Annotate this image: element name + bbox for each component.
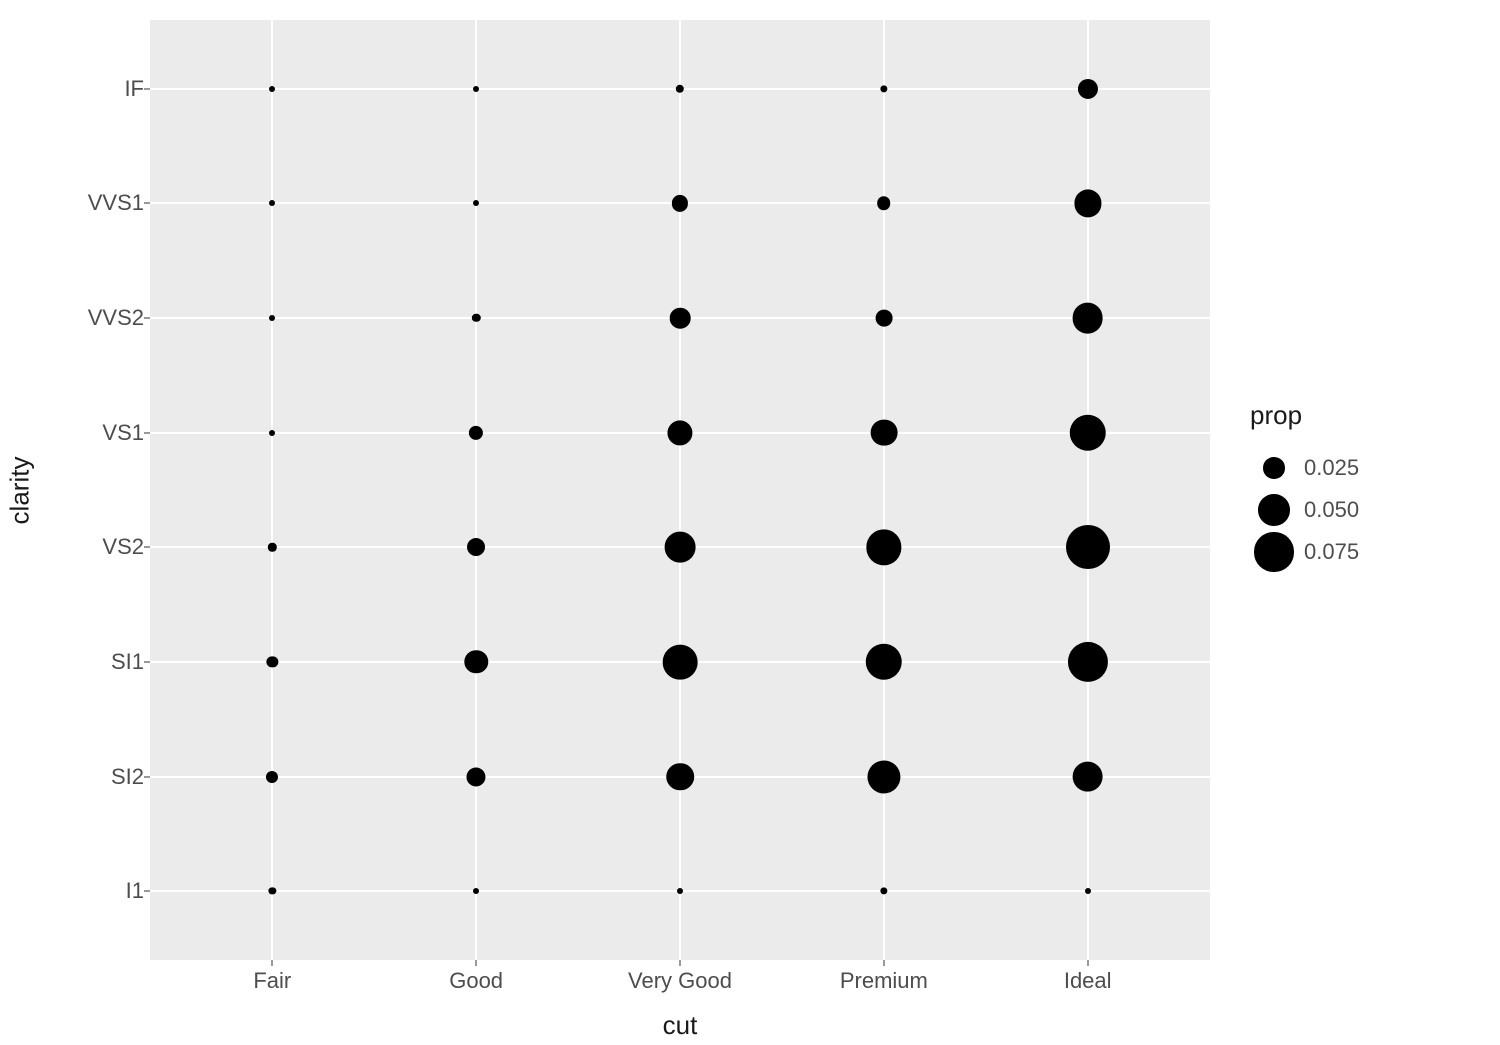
- data-point: [269, 315, 275, 321]
- y-tick-mark: [144, 661, 150, 662]
- y-tick-label: VVS2: [88, 305, 144, 331]
- data-point: [667, 420, 692, 445]
- data-point: [269, 430, 275, 436]
- y-tick-label: VS1: [102, 420, 144, 446]
- gridline-vertical: [475, 20, 477, 960]
- data-point: [473, 86, 479, 92]
- data-point: [469, 426, 483, 440]
- data-point: [266, 771, 278, 783]
- legend-label: 0.075: [1304, 539, 1359, 565]
- data-point: [1074, 190, 1101, 217]
- y-tick-mark: [144, 547, 150, 548]
- x-tick-label: Premium: [840, 968, 928, 994]
- legend-swatch: [1250, 447, 1298, 489]
- legend-items: 0.025 0.050 0.075: [1250, 447, 1470, 573]
- y-tick-mark: [144, 891, 150, 892]
- data-point: [877, 197, 891, 211]
- x-tick-mark: [883, 960, 884, 966]
- y-axis-title-text: clarity: [5, 456, 36, 524]
- y-tick-label: SI1: [111, 649, 144, 675]
- y-tick-label: SI2: [111, 764, 144, 790]
- data-point: [672, 195, 688, 211]
- x-tick-mark: [272, 960, 273, 966]
- data-point: [666, 763, 694, 791]
- x-tick-mark: [680, 960, 681, 966]
- data-point: [875, 310, 892, 327]
- legend-row: 0.050: [1250, 489, 1470, 531]
- data-point: [467, 767, 486, 786]
- legend-point-icon: [1254, 532, 1293, 571]
- data-point: [464, 650, 487, 673]
- gridline-vertical: [271, 20, 273, 960]
- data-point: [866, 644, 903, 681]
- y-tick-label: VS2: [102, 534, 144, 560]
- data-point: [1068, 642, 1108, 682]
- y-tick-label: IF: [124, 76, 144, 102]
- legend-title: prop: [1250, 400, 1470, 431]
- x-tick-label: Very Good: [628, 968, 732, 994]
- data-point: [867, 760, 900, 793]
- x-tick-mark: [476, 960, 477, 966]
- data-point: [269, 888, 276, 895]
- legend-point-icon: [1258, 494, 1289, 525]
- x-axis-title: cut: [150, 1010, 1210, 1041]
- y-tick-label: VVS1: [88, 190, 144, 216]
- y-tick-mark: [144, 88, 150, 89]
- legend-swatch: [1250, 531, 1298, 573]
- data-point: [268, 543, 276, 551]
- x-tick-label: Ideal: [1064, 968, 1112, 994]
- legend-row: 0.025: [1250, 447, 1470, 489]
- data-point: [1078, 79, 1098, 99]
- y-tick-label: I1: [126, 878, 144, 904]
- data-point: [467, 538, 485, 556]
- legend-row: 0.075: [1250, 531, 1470, 573]
- x-tick-label: Fair: [253, 968, 291, 994]
- data-point: [1072, 303, 1103, 334]
- x-tick-label: Good: [449, 968, 503, 994]
- data-point: [880, 85, 887, 92]
- x-tick-mark: [1087, 960, 1088, 966]
- data-point: [1066, 525, 1110, 569]
- data-point: [473, 200, 479, 206]
- gridline-vertical: [883, 20, 885, 960]
- chart-container: clarity I1 SI2 SI1 VS2 VS1 VVS2 VVS1 IF Fair Goo…: [0, 0, 1500, 1045]
- gridline-vertical: [679, 20, 681, 960]
- data-point: [472, 314, 480, 322]
- legend-label: 0.025: [1304, 455, 1359, 481]
- data-point: [670, 308, 691, 329]
- data-point: [1085, 888, 1091, 894]
- data-point: [269, 200, 275, 206]
- data-point: [1072, 761, 1103, 792]
- data-point: [677, 888, 683, 894]
- data-point: [267, 656, 278, 667]
- y-tick-mark: [144, 203, 150, 204]
- y-tick-mark: [144, 432, 150, 433]
- data-point: [880, 888, 887, 895]
- legend-point-icon: [1263, 457, 1285, 479]
- y-tick-mark: [144, 776, 150, 777]
- y-axis-title: clarity: [0, 0, 40, 980]
- data-point: [473, 888, 479, 894]
- data-point: [663, 645, 698, 680]
- data-point: [676, 85, 684, 93]
- legend-swatch: [1250, 489, 1298, 531]
- plot-panel: [150, 20, 1210, 960]
- data-point: [870, 419, 897, 446]
- data-point: [269, 86, 275, 92]
- data-point: [665, 532, 696, 563]
- legend: prop 0.025 0.050 0.075: [1250, 400, 1470, 573]
- legend-label: 0.050: [1304, 497, 1359, 523]
- data-point: [866, 530, 901, 565]
- data-point: [1069, 414, 1106, 451]
- gridline-vertical: [1087, 20, 1089, 960]
- y-tick-mark: [144, 318, 150, 319]
